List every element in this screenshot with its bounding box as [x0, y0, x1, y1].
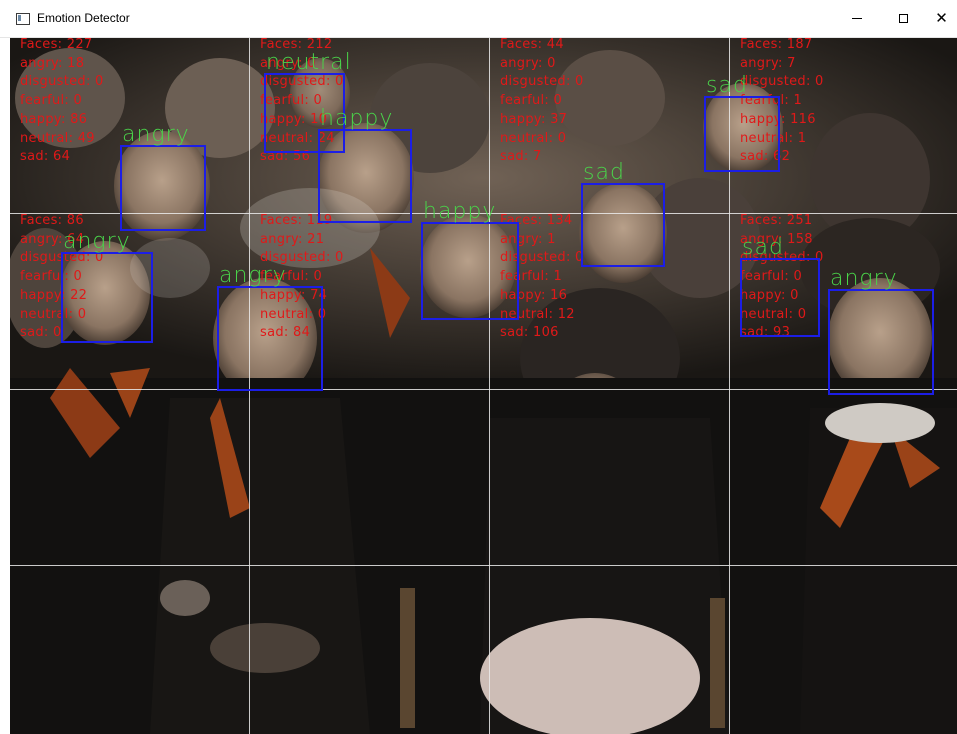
close-icon: ✕ — [935, 9, 948, 27]
face-box — [828, 289, 934, 395]
face-box — [318, 129, 412, 223]
stat-disgusted: disgusted: 0 — [20, 74, 104, 90]
stat-sad: sad: 106 — [500, 325, 559, 341]
emotion-label: neutral — [266, 50, 352, 75]
grid-line-horizontal-3 — [10, 565, 957, 566]
face-box — [120, 145, 206, 231]
stat-faces: Faces: 227 — [20, 38, 93, 52]
cell-stats: Faces: 44 angry: 0 disgusted: 0 fearful:… — [500, 38, 584, 167]
stat-angry: angry: 0 — [500, 55, 556, 71]
emotion-label: angry — [219, 263, 287, 288]
emotion-label: angry — [122, 122, 190, 147]
stat-fearful: fearful: 0 — [20, 93, 83, 109]
face-box — [421, 222, 519, 320]
stat-angry: angry: 18 — [20, 55, 85, 71]
stat-faces: Faces: 251 — [740, 213, 813, 228]
stat-happy: happy: 37 — [500, 111, 568, 127]
emotion-label: happy — [320, 106, 394, 131]
face-box — [581, 183, 665, 267]
stat-angry: angry: 7 — [740, 55, 796, 71]
window-title: Emotion Detector — [37, 11, 130, 25]
face-box — [61, 252, 153, 343]
emotion-label: angry — [63, 229, 131, 254]
stat-fearful: fearful: 0 — [500, 93, 563, 109]
maximize-button[interactable] — [880, 0, 926, 37]
stat-sad: sad: 64 — [20, 149, 71, 165]
cell-stats: Faces: 227 angry: 18 disgusted: 0 fearfu… — [20, 38, 104, 167]
emotion-detector-window: Emotion Detector ✕ Faces: 227 angry: 18 … — [0, 0, 957, 734]
stat-faces: Faces: 187 — [740, 38, 813, 52]
app-window-icon — [16, 13, 30, 25]
stat-sad: sad: 7 — [500, 149, 542, 165]
minimize-button[interactable] — [834, 0, 880, 37]
video-frame: Faces: 227 angry: 18 disgusted: 0 fearfu… — [10, 38, 957, 734]
grid-line-horizontal-2 — [10, 389, 957, 390]
face-box — [217, 286, 323, 391]
close-button[interactable]: ✕ — [926, 0, 957, 37]
stat-faces: Faces: 86 — [20, 213, 84, 228]
title-bar[interactable]: Emotion Detector ✕ — [0, 0, 957, 38]
stat-neutral: neutral: 0 — [500, 130, 567, 146]
face-box — [740, 258, 820, 337]
stat-happy: happy: 86 — [20, 111, 88, 127]
stat-angry: angry: 21 — [260, 231, 325, 247]
stat-neutral: neutral: 49 — [20, 130, 95, 146]
maximize-icon — [898, 14, 908, 23]
stat-disgusted: disgusted: 0 — [740, 74, 824, 90]
grid-line-vertical-2 — [489, 38, 490, 734]
face-box — [704, 96, 780, 172]
emotion-label: sad — [706, 73, 748, 98]
stat-disgusted: disgusted: 0 — [500, 74, 584, 90]
emotion-label: sad — [583, 160, 625, 185]
emotion-label: sad — [742, 235, 784, 260]
emotion-label: angry — [830, 266, 898, 291]
stat-faces: Faces: 44 — [500, 38, 564, 52]
minimize-icon — [852, 18, 862, 19]
emotion-label: happy — [423, 199, 497, 224]
